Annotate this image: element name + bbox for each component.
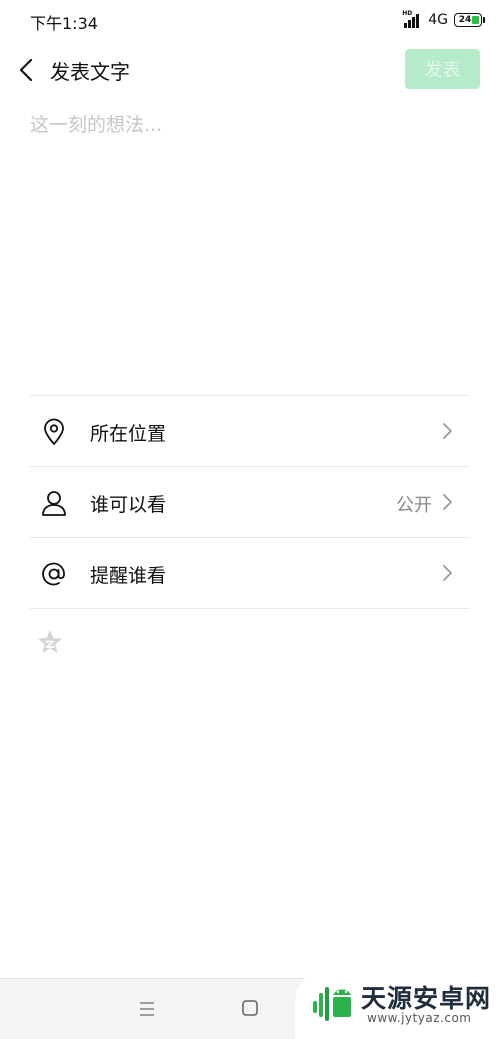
back-button[interactable] xyxy=(14,56,38,84)
option-visibility-label: 谁可以看 xyxy=(90,494,167,516)
sticker-button[interactable] xyxy=(36,628,64,656)
location-pin-icon xyxy=(44,418,64,445)
chevron-right-icon xyxy=(443,565,452,581)
signal-icon: HD xyxy=(402,10,422,28)
post-options-list: 所在位置 谁可以看 公开 提醒谁看 xyxy=(30,395,470,609)
chevron-right-icon xyxy=(443,423,452,439)
chevron-left-icon xyxy=(19,58,33,82)
option-mention[interactable]: 提醒谁看 xyxy=(30,538,470,609)
option-mention-label: 提醒谁看 xyxy=(90,565,167,587)
option-visibility[interactable]: 谁可以看 公开 xyxy=(30,467,470,538)
android-logo-icon xyxy=(308,982,354,1024)
battery-level: 24 xyxy=(458,15,472,25)
page-title: 发表文字 xyxy=(50,60,130,84)
status-indicators: HD 4G 24 xyxy=(402,10,485,30)
battery-icon: 24 xyxy=(454,13,485,27)
person-icon xyxy=(42,491,66,516)
home-square-icon[interactable] xyxy=(240,998,260,1018)
status-time: 下午1:34 xyxy=(30,14,98,33)
post-text-input[interactable] xyxy=(30,110,470,360)
chevron-right-icon xyxy=(443,494,452,510)
watermark-title: 天源安卓网 xyxy=(361,984,492,1013)
network-type: 4G xyxy=(428,12,448,28)
menu-icon[interactable] xyxy=(137,999,157,1019)
status-bar: 下午1:34 HD 4G 24 xyxy=(0,0,500,40)
option-location-label: 所在位置 xyxy=(90,423,167,445)
publish-button[interactable]: 发表 xyxy=(405,49,480,89)
at-icon xyxy=(42,562,65,586)
option-location[interactable]: 所在位置 xyxy=(30,396,470,467)
option-visibility-value: 公开 xyxy=(396,495,432,516)
header: 发表文字 发表 xyxy=(0,40,500,100)
star-sticker-icon xyxy=(38,630,62,653)
watermark-url: www.jytyaz.com xyxy=(367,1011,472,1025)
watermark: 天源安卓网 www.jytyaz.com xyxy=(295,967,500,1039)
